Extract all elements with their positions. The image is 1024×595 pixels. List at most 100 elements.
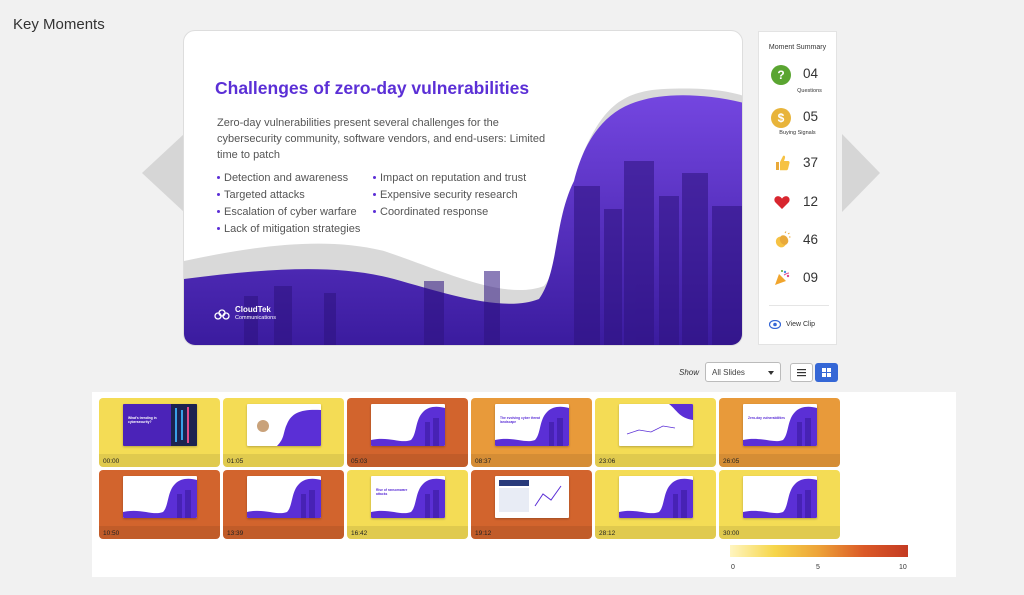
slide-bullet: Detection and awareness: [217, 170, 360, 187]
buying-signals-count: 05: [803, 109, 819, 124]
thumbnail-title: The evolving cyber threat landscape: [500, 416, 540, 424]
thumbs-up-count: 37: [803, 155, 819, 170]
slide-intro-text: Zero-day vulnerabilities present several…: [217, 117, 546, 161]
slide-bullets-left: Detection and awareness Targeted attacks…: [217, 170, 360, 238]
slide-bullet: Impact on reputation and trust: [373, 170, 526, 187]
slide-tile[interactable]: The evolving cyber threat landscape 08:37: [471, 398, 592, 467]
slide-tile[interactable]: 01:05: [223, 398, 344, 467]
slide-tile[interactable]: Rise of ransomware attacks 16:42: [347, 470, 468, 539]
view-clip-label: View Clip: [786, 321, 816, 328]
next-slide-arrow[interactable]: [842, 134, 884, 212]
thumbs-up-emoji-icon: [776, 155, 790, 171]
slide-preview: Challenges of zero-day vulnerabilities Z…: [183, 30, 743, 346]
slide-filter-select[interactable]: All Slides: [705, 362, 781, 382]
slide-bullets-right: Impact on reputation and trust Expensive…: [373, 170, 526, 221]
tile-timestamp: 05:03: [351, 458, 368, 465]
party-count: 09: [803, 270, 819, 285]
slide-thumbnail: Zero-day vulnerabilities: [743, 404, 817, 446]
eye-icon: [769, 320, 781, 329]
tile-timestamp: 19:12: [475, 530, 492, 537]
slide-tile[interactable]: 10:50: [99, 470, 220, 539]
slide-tile[interactable]: 05:03: [347, 398, 468, 467]
slide-thumbnail: [247, 404, 321, 446]
chevron-down-icon: [768, 371, 774, 375]
grid-icon: [822, 368, 831, 377]
brand-subtitle: Communications: [235, 315, 276, 321]
heart-emoji-icon: [774, 196, 790, 209]
clap-emoji-icon: [775, 231, 791, 248]
slide-filter-value: All Slides: [712, 368, 745, 377]
clap-count: 46: [803, 232, 819, 247]
tile-footer: 01:05: [223, 454, 344, 467]
dollar-icon: $: [771, 108, 791, 128]
thumbnail-title: What's trending in cybersecurity?: [128, 416, 157, 424]
thumbnail-title: Rise of ransomware attacks: [376, 488, 408, 496]
tile-timestamp: 26:05: [723, 458, 740, 465]
slide-tile[interactable]: Zero-day vulnerabilities 26:05: [719, 398, 840, 467]
tile-timestamp: 30:00: [723, 530, 740, 537]
summary-clap: 46: [759, 231, 836, 271]
questions-label: Questions: [797, 88, 822, 94]
tile-timestamp: 08:37: [475, 458, 492, 465]
tile-footer: 13:39: [223, 526, 344, 539]
tile-footer: 19:12: [471, 526, 592, 539]
slide-tile[interactable]: 19:12: [471, 470, 592, 539]
slide-bullet: Coordinated response: [373, 204, 526, 221]
legend-mid: 5: [816, 564, 820, 571]
show-label: Show: [679, 368, 700, 377]
slide-thumbnail: [619, 404, 693, 446]
slide-bullet: Escalation of cyber warfare: [217, 204, 360, 221]
party-popper-emoji-icon: [775, 270, 790, 285]
tile-timestamp: 00:00: [103, 458, 120, 465]
tile-footer: 28:12: [595, 526, 716, 539]
cloud-logo-icon: [214, 308, 230, 320]
legend-max: 10: [899, 564, 907, 571]
slide-title: Challenges of zero-day vulnerabilities: [215, 78, 530, 98]
summary-buying-signals: $ 05 Buying Signals: [759, 108, 836, 148]
question-icon: ?: [771, 65, 791, 85]
questions-count: 04: [803, 66, 819, 81]
tile-footer: 16:42: [347, 526, 468, 539]
summary-heart: 12: [759, 193, 836, 233]
slide-thumbnail: [371, 404, 445, 446]
view-clip-button[interactable]: View Clip: [769, 320, 815, 329]
heart-count: 12: [803, 194, 819, 209]
legend-min: 0: [731, 564, 735, 571]
tile-footer: 26:05: [719, 454, 840, 467]
slide-thumbnail: The evolving cyber threat landscape: [495, 404, 569, 446]
tile-footer: 00:00: [99, 454, 220, 467]
thumbnail-title: Zero-day vulnerabilities: [748, 416, 786, 420]
moment-summary-panel: Moment Summary ? 04 Questions $ 05 Buyin…: [758, 31, 837, 345]
slide-thumbnail: [123, 476, 197, 518]
summary-questions: ? 04 Questions: [759, 65, 836, 105]
slide-tile[interactable]: 13:39: [223, 470, 344, 539]
buying-signals-label: Buying Signals: [779, 130, 816, 136]
slide-bullet: Expensive security research: [373, 187, 526, 204]
slide-tile[interactable]: 23:06: [595, 398, 716, 467]
tile-footer: 10:50: [99, 526, 220, 539]
summary-party: 09: [759, 269, 836, 309]
slide-tile[interactable]: 28:12: [595, 470, 716, 539]
summary-thumbs-up: 37: [759, 154, 836, 194]
slide-thumbnail: [247, 476, 321, 518]
tile-footer: 30:00: [719, 526, 840, 539]
tile-footer: 08:37: [471, 454, 592, 467]
slide-bullet: Targeted attacks: [217, 187, 360, 204]
previous-slide-arrow[interactable]: [142, 134, 184, 212]
slide-tile[interactable]: 30:00: [719, 470, 840, 539]
slide-thumbnail: [743, 476, 817, 518]
list-icon: [797, 369, 806, 377]
tile-timestamp: 23:06: [599, 458, 616, 465]
tile-timestamp: 28:12: [599, 530, 616, 537]
page-title: Key Moments: [13, 16, 105, 33]
tile-timestamp: 16:42: [351, 530, 368, 537]
tile-footer: 05:03: [347, 454, 468, 467]
summary-title: Moment Summary: [768, 44, 827, 51]
grid-view-button[interactable]: [815, 363, 838, 382]
list-view-button[interactable]: [790, 363, 813, 382]
tile-timestamp: 01:05: [227, 458, 244, 465]
slide-tile[interactable]: What's trending in cybersecurity? 00:00: [99, 398, 220, 467]
tile-timestamp: 10:50: [103, 530, 120, 537]
summary-divider: [769, 305, 829, 306]
tile-footer: 23:06: [595, 454, 716, 467]
